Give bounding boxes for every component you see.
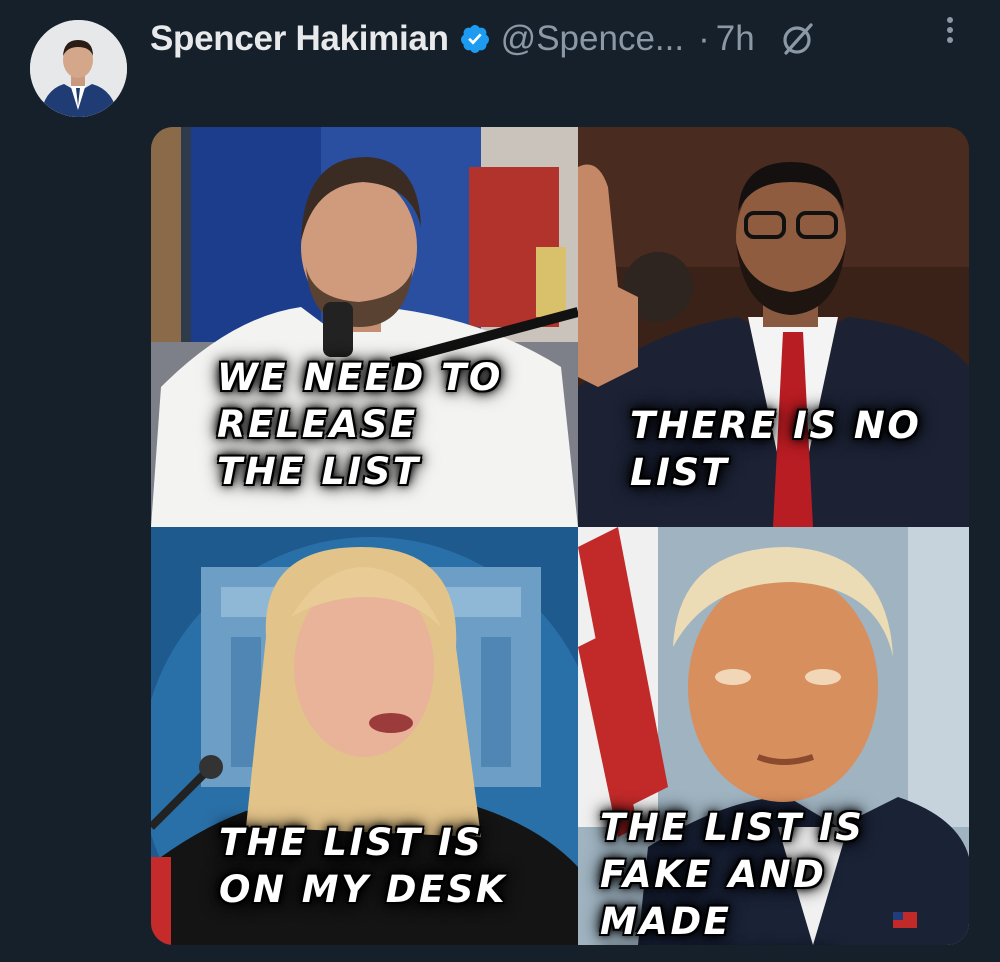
tweet-media-image[interactable]: WE NEED TO RELEASE THE LIST THERE IS NO … [151,127,969,945]
grok-icon[interactable] [777,19,817,59]
meme-panel-2: THERE IS NO LIST [578,127,969,527]
separator-dot: · [698,19,710,58]
panel-2-caption: THERE IS NO LIST [630,404,922,494]
panel-1-caption: WE NEED TO RELEASE THE LIST [217,356,503,493]
verified-badge-icon[interactable] [459,23,491,55]
tweet-timestamp[interactable]: 7h [716,19,755,59]
meme-panel-1: WE NEED TO RELEASE THE LIST [151,127,578,527]
meme-panel-3: THE LIST IS ON MY DESK [151,527,578,945]
author-handle[interactable]: @Spence... [501,19,684,59]
more-vertical-icon[interactable] [930,10,970,50]
panel-4-caption: THE LIST IS FAKE AND MADE BY OBAMA [600,806,865,943]
meme-panel-4: THE LIST IS FAKE AND MADE BY OBAMA [578,527,969,945]
panel-3-caption: THE LIST IS ON MY DESK [219,821,508,911]
avatar-image [30,20,127,117]
tweet-header: Spencer Hakimian @Spence... · 7h [150,14,980,64]
author-name[interactable]: Spencer Hakimian [150,19,449,59]
author-avatar[interactable] [30,20,127,117]
